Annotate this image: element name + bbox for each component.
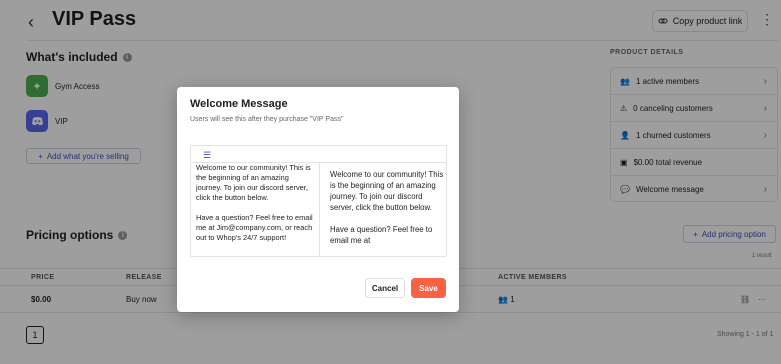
modal-title: Welcome Message bbox=[190, 98, 288, 110]
welcome-message-modal: Welcome Message Users will see this afte… bbox=[177, 87, 459, 312]
editor-toolbar: ☰ bbox=[191, 146, 446, 163]
welcome-message-editor: ☰ Welcome to our community! This is the … bbox=[190, 145, 447, 257]
bullet-list-icon[interactable]: ☰ bbox=[203, 150, 211, 161]
save-button[interactable]: Save bbox=[411, 278, 446, 298]
modal-subtitle: Users will see this after they purchase … bbox=[190, 116, 344, 123]
message-preview: Welcome to our community! This is the be… bbox=[319, 163, 446, 256]
message-input[interactable]: Welcome to our community! This is the be… bbox=[196, 163, 316, 256]
cancel-button[interactable]: Cancel bbox=[365, 278, 405, 298]
